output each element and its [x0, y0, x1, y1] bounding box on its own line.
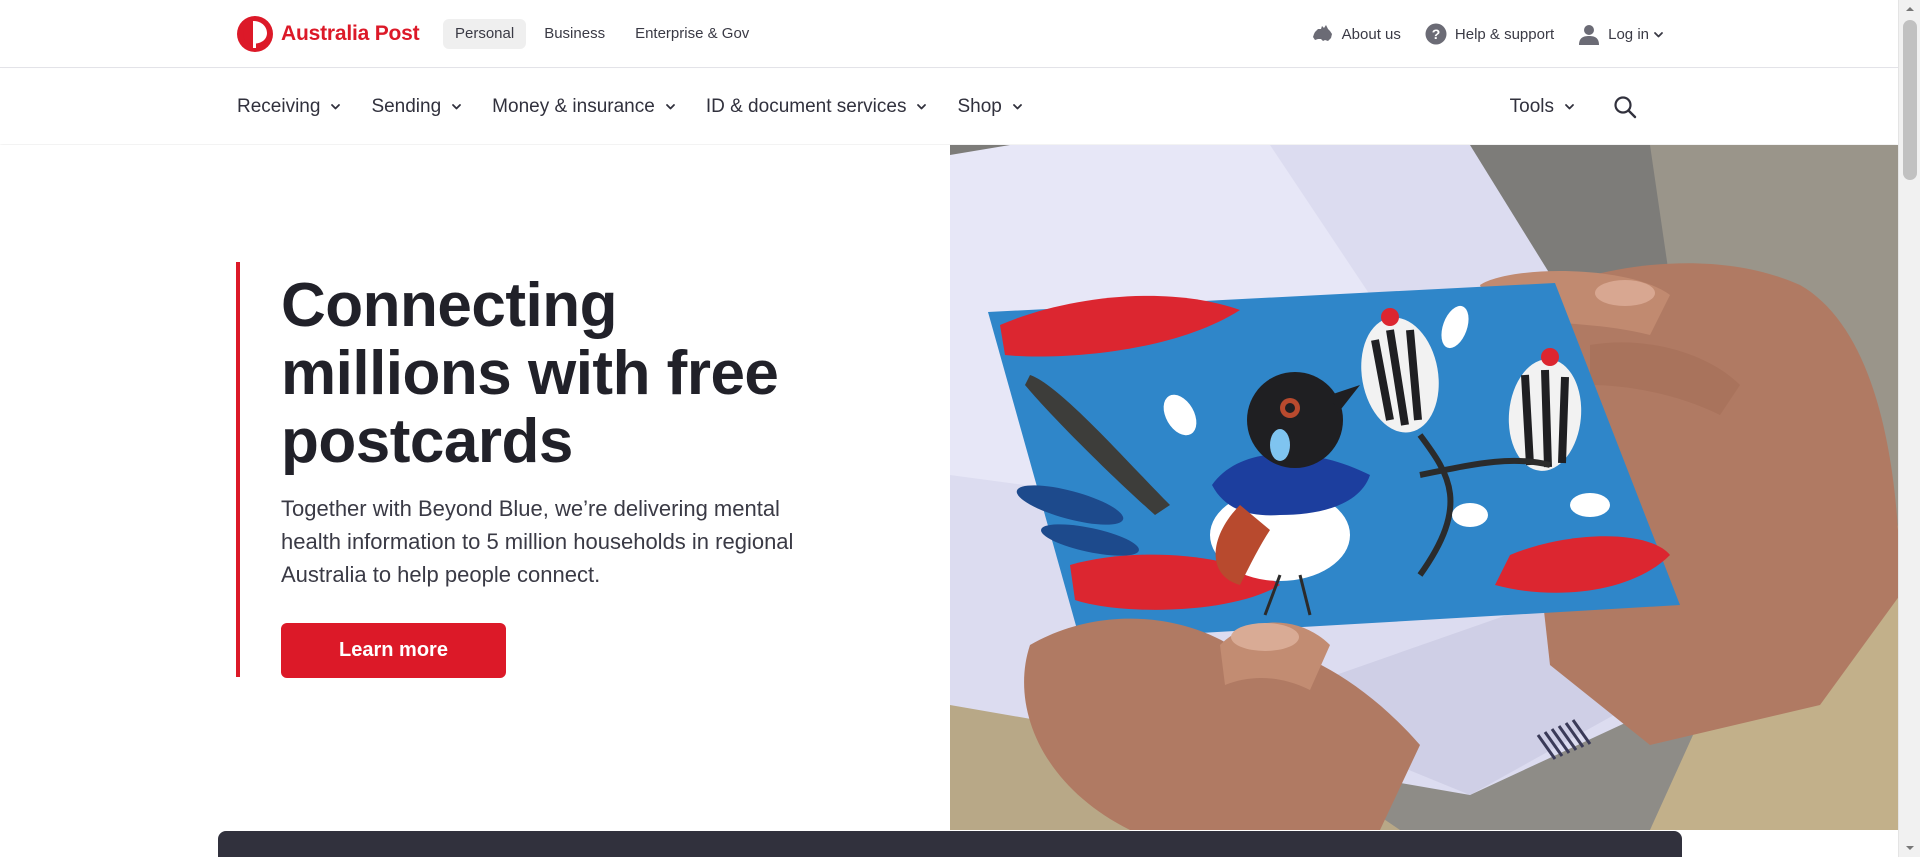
search-icon[interactable] — [1613, 95, 1637, 119]
chevron-down-icon — [1654, 31, 1663, 37]
utility-bar: Australia Post Personal Business Enterpr… — [0, 0, 1898, 68]
chevron-down-icon — [917, 104, 927, 110]
main-nav-menu: Receiving Sending Money & insurance ID &… — [237, 69, 1053, 144]
chevron-down-icon — [1012, 104, 1022, 110]
segment-business[interactable]: Business — [532, 19, 617, 49]
user-icon — [1579, 25, 1600, 45]
help-support-link[interactable]: ? Help & support — [1425, 19, 1554, 49]
chevron-down-icon — [452, 104, 462, 110]
question-circle-icon: ? — [1425, 23, 1447, 45]
main-nav: Receiving Sending Money & insurance ID &… — [0, 69, 1898, 144]
chevron-down-icon — [331, 104, 341, 110]
segment-personal[interactable]: Personal — [443, 19, 527, 49]
nav-item-label: ID & document services — [705, 95, 907, 117]
scroll-up-arrow-icon[interactable] — [1899, 0, 1920, 18]
nav-item-sending[interactable]: Sending — [371, 96, 462, 118]
australia-post-logo-icon — [237, 16, 273, 52]
hero-content — [0, 145, 950, 830]
nav-item-shop[interactable]: Shop — [957, 96, 1022, 118]
scroll-down-arrow-icon[interactable] — [1899, 839, 1920, 857]
nav-item-receiving[interactable]: Receiving — [237, 96, 341, 118]
nav-item-money-insurance[interactable]: Money & insurance — [492, 96, 676, 118]
nav-item-label: Sending — [371, 95, 442, 117]
help-support-label: Help & support — [1454, 25, 1555, 43]
utility-links: About us ? Help & support Log in — [1312, 19, 1664, 49]
about-us-label: About us — [1341, 25, 1401, 43]
nav-item-tools[interactable]: Tools — [1510, 96, 1575, 118]
page: Australia Post Personal Business Enterpr… — [0, 0, 1920, 857]
about-us-link[interactable]: About us — [1312, 19, 1401, 49]
segment-enterprise-gov[interactable]: Enterprise & Gov — [623, 19, 761, 49]
scrollbar-thumb[interactable] — [1903, 20, 1917, 180]
learn-more-button[interactable]: Learn more — [281, 623, 506, 678]
dark-content-panel — [218, 831, 1682, 857]
hero-image — [950, 145, 1900, 830]
svg-text:?: ? — [1432, 26, 1441, 42]
nav-item-label: Tools — [1509, 95, 1554, 117]
chevron-down-icon — [665, 104, 675, 110]
hero-accent-bar — [236, 262, 240, 677]
australia-map-icon — [1312, 25, 1332, 41]
main-nav-tools: Tools — [1510, 69, 1637, 144]
hero-title: Connecting millions with free postcards — [281, 271, 779, 476]
log-in-label: Log in — [1608, 25, 1649, 43]
chevron-down-icon — [1565, 104, 1574, 110]
postcard-photo-illustration — [950, 145, 1900, 830]
brand-name: Australia Post — [281, 22, 420, 45]
nav-item-label: Receiving — [237, 95, 321, 117]
nav-item-label: Money & insurance — [492, 95, 655, 117]
log-in-button[interactable]: Log in — [1578, 19, 1664, 49]
hero-description: Together with Beyond Blue, we’re deliver… — [281, 496, 794, 587]
nav-item-label: Shop — [957, 95, 1002, 117]
nav-item-id-document-services[interactable]: ID & document services — [706, 96, 928, 118]
australia-post-logo[interactable]: Australia Post — [236, 15, 420, 53]
segment-switcher: Personal Business Enterprise & Gov — [443, 19, 761, 49]
vertical-scrollbar[interactable] — [1898, 0, 1920, 857]
